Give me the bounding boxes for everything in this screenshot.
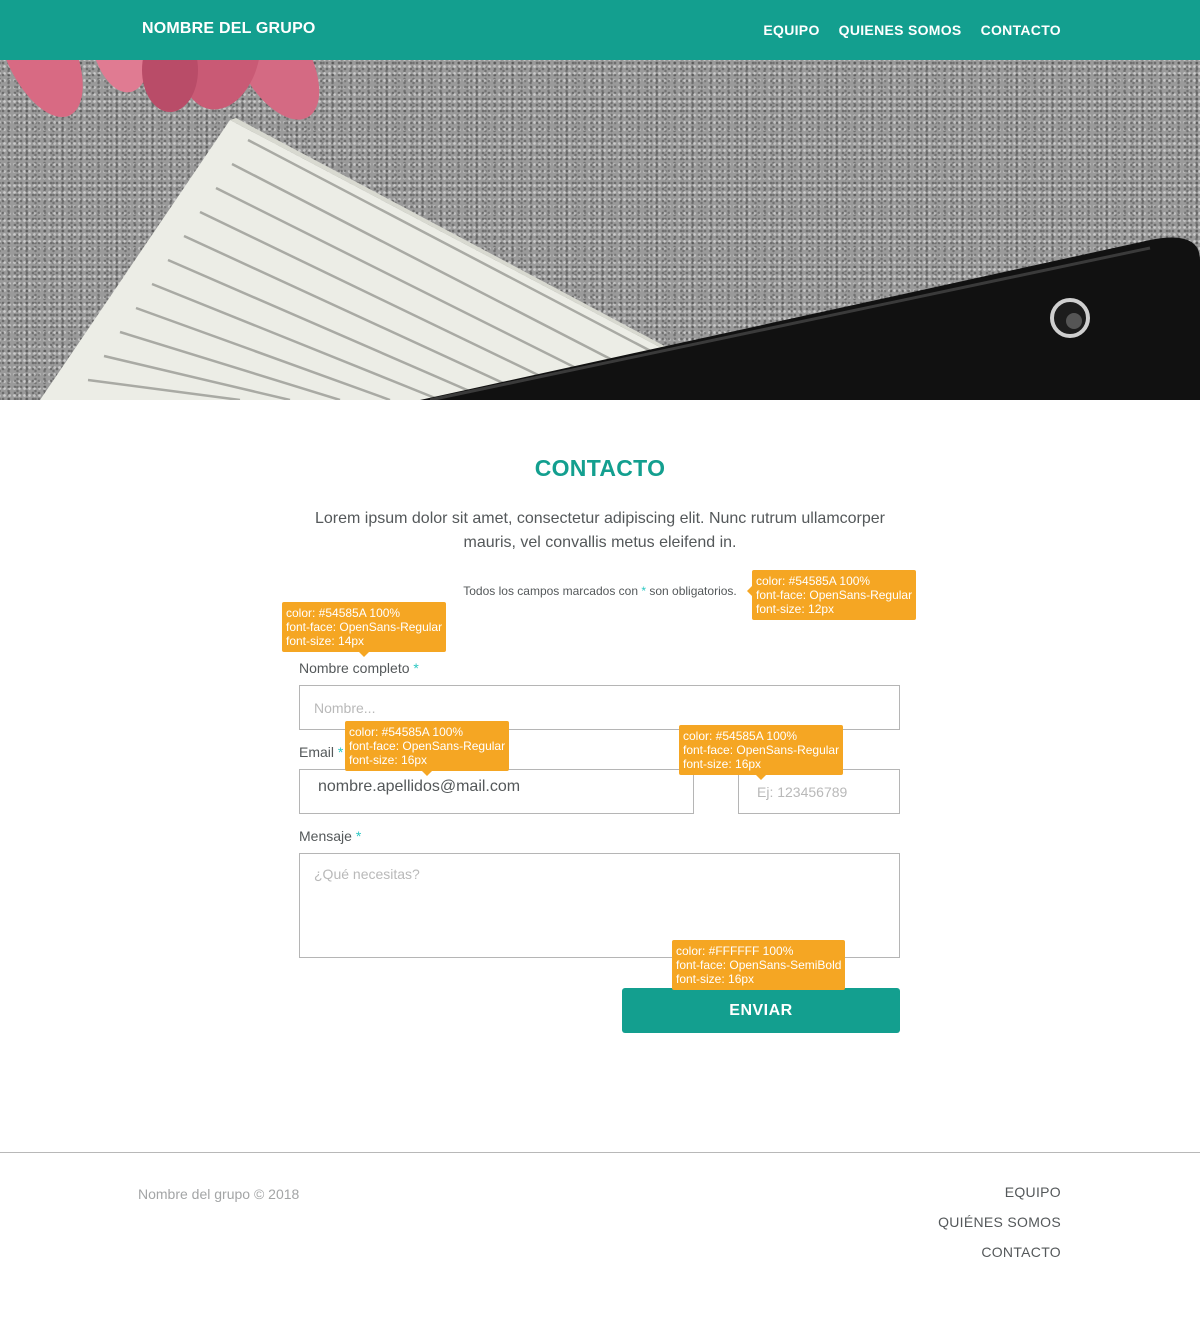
annotation-line: color: #54585A 100% <box>756 574 871 588</box>
annotation-line: font-size: 14px <box>286 634 365 648</box>
annotation-tooltip-button: color: #FFFFFF 100% font-face: OpenSans-… <box>672 940 846 990</box>
annotation-line: font-face: OpenSans-Regular <box>683 743 840 757</box>
page-title: CONTACTO <box>534 455 666 481</box>
footer-divider <box>0 1152 1200 1153</box>
brand-logo-text[interactable]: NOMBRE DEL GRUPO <box>142 20 316 38</box>
annotation-line: font-size: 12px <box>756 602 835 616</box>
intro-paragraph: Lorem ipsum dolor sit amet, consectetur … <box>314 510 885 551</box>
footer-link-quienes-somos[interactable]: QUIÉNES SOMOS <box>938 1214 1061 1230</box>
annotation-tooltip-email: color: #54585A 100% font-face: OpenSans-… <box>345 721 510 776</box>
required-fields-note: Todos los campos marcados con * son obli… <box>0 584 1200 598</box>
annotation-line: font-face: OpenSans-SemiBold <box>676 958 842 972</box>
footer-link-equipo[interactable]: EQUIPO <box>938 1184 1061 1200</box>
note-prefix: Todos los campos marcados con <box>463 584 642 598</box>
main-nav: EQUIPO QUIENES SOMOS CONTACTO <box>763 22 1061 38</box>
annotation-line: font-face: OpenSans-Regular <box>349 739 506 753</box>
submit-button[interactable]: ENVIAR <box>622 988 900 1033</box>
flower-petals <box>0 60 320 120</box>
annotation-tooltip-label: color: #54585A 100% font-face: OpenSans-… <box>282 602 447 657</box>
nav-item-contacto[interactable]: CONTACTO <box>981 22 1061 38</box>
nav-item-quienes-somos[interactable]: QUIENES SOMOS <box>839 22 962 38</box>
footer-copyright: Nombre del grupo © 2018 <box>138 1186 300 1202</box>
required-asterisk: * <box>355 828 362 844</box>
required-asterisk: * <box>413 660 419 676</box>
email-input[interactable] <box>299 769 694 814</box>
annotation-line: color: #54585A 100% <box>683 729 798 743</box>
hero-image <box>0 60 1200 400</box>
annotation-line: color: #54585A 100% <box>286 606 401 620</box>
message-label-text: Mensaje <box>299 828 352 844</box>
name-label: Nombre completo * <box>299 660 419 676</box>
message-label: Mensaje * <box>299 828 361 844</box>
nav-item-equipo[interactable]: EQUIPO <box>763 22 819 38</box>
annotation-tooltip-phone: color: #54585A 100% font-face: OpenSans-… <box>679 725 844 780</box>
site-header: NOMBRE DEL GRUPO EQUIPO QUIENES SOMOS CO… <box>0 0 1200 60</box>
annotation-tooltip-note: color: #54585A 100% font-face: OpenSans-… <box>746 570 917 620</box>
annotation-line: font-face: OpenSans-Regular <box>756 588 913 602</box>
annotation-line: font-size: 16px <box>349 753 428 767</box>
annotation-line: color: #54585A 100% <box>349 725 464 739</box>
hero-photo-illustration <box>0 60 1200 400</box>
footer-nav: EQUIPO QUIÉNES SOMOS CONTACTO <box>938 1184 1061 1274</box>
footer-link-contacto[interactable]: CONTACTO <box>938 1244 1061 1260</box>
email-label-text: Email <box>299 744 335 760</box>
email-label: Email * <box>299 744 343 760</box>
annotation-line: font-size: 16px <box>683 757 762 771</box>
annotation-line: font-size: 16px <box>676 972 755 986</box>
annotation-line: color: #FFFFFF 100% <box>676 944 794 958</box>
name-label-text: Nombre completo <box>299 660 410 676</box>
note-suffix: son obligatorios. <box>646 584 737 598</box>
required-asterisk: * <box>337 744 344 760</box>
annotation-line: font-face: OpenSans-Regular <box>286 620 443 634</box>
